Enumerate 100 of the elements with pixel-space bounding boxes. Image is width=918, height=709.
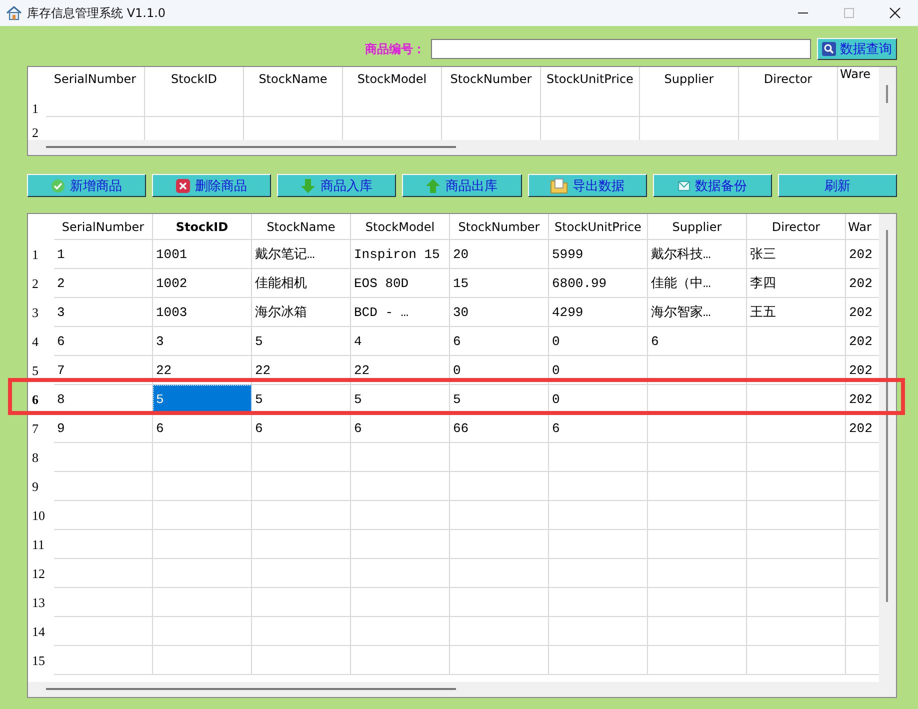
table-cell: 2 [54,269,153,298]
table-cell: 1 [54,240,153,269]
column-header[interactable]: StockModel [343,67,442,93]
table-cell: Inspiron 15 [351,240,450,269]
column-header[interactable]: SerialNumber [54,214,153,240]
table-cell: 15 [450,269,549,298]
table-cell: 6 [54,327,153,356]
column-header[interactable]: StockID [145,67,244,93]
column-header[interactable]: Ware [838,67,879,93]
house-icon [6,5,22,21]
table-cell: 6 [648,327,747,356]
row-header[interactable]: 10 [28,501,54,530]
toolbar-button[interactable]: 删除商品 [152,174,272,197]
table-cell: 6 [153,414,252,443]
row-header[interactable]: 5 [28,356,54,385]
table-cell: 4299 [549,298,648,327]
row-header[interactable]: 2 [28,117,46,140]
column-header[interactable]: StockModel [351,214,450,240]
table-cell: 0 [450,356,549,385]
table-cell: 海尔冰箱 [252,298,351,327]
table-cell: 1002 [153,269,252,298]
column-header[interactable]: SerialNumber [46,67,145,93]
table-cell: 20 [450,240,549,269]
row-header[interactable]: 8 [28,443,54,472]
row-header[interactable]: 6 [28,385,54,414]
table-cell: 7 [54,356,153,385]
column-header[interactable]: StockNumber [450,214,549,240]
column-header[interactable]: StockUnitPrice [549,214,648,240]
table-cell: 佳能相机 [252,269,351,298]
table-cell: 0 [549,327,648,356]
down-arrow-icon [301,178,316,192]
table-cell: 6800.99 [549,269,648,298]
table-cell: 22 [351,356,450,385]
column-header[interactable]: StockID [153,214,252,240]
toolbar-button[interactable]: 商品入库 [277,174,396,197]
row-header[interactable]: 11 [28,530,54,559]
query-button[interactable]: 数据查询 [817,38,897,60]
column-header[interactable]: Director [739,67,838,93]
table-cell: 3 [54,298,153,327]
table-cell: BCD - … [351,298,450,327]
toolbar-button[interactable]: 数据备份 [652,174,772,197]
row-header[interactable]: 9 [28,472,54,501]
table-cell: 佳能（中… [648,269,747,298]
table-cell: 6 [549,414,648,443]
table-cell: 李四 [747,269,846,298]
check-icon [51,178,66,192]
row-header[interactable]: 1 [28,240,54,269]
column-header[interactable]: Supplier [640,67,739,93]
column-header[interactable]: StockName [252,214,351,240]
toolbar-button[interactable]: 刷新 [778,174,897,197]
table-cell: 5 [153,385,252,414]
table-cell: 1003 [153,298,252,327]
column-header[interactable]: StockNumber [442,67,541,93]
row-header[interactable]: 14 [28,617,54,646]
delete-icon [176,178,190,192]
table-cell: 6 [351,414,450,443]
vertical-scrollbar[interactable] [879,67,896,140]
column-header[interactable]: Supplier [648,214,747,240]
column-header[interactable]: StockUnitPrice [541,67,640,93]
table-cell: 30 [450,298,549,327]
horizontal-scrollbar[interactable] [28,682,896,697]
table-cell: 5999 [549,240,648,269]
row-header[interactable]: 15 [28,646,54,675]
row-header[interactable]: 2 [28,269,54,298]
table-cell: 66 [450,414,549,443]
toolbar-button[interactable]: 导出数据 [528,174,647,197]
search-icon [822,42,836,56]
table-cell: 22 [252,356,351,385]
horizontal-scrollbar[interactable] [28,140,896,155]
table-cell: 张三 [747,240,846,269]
row-header[interactable]: 1 [28,93,46,117]
table-cell: 5 [252,327,351,356]
row-header[interactable]: 4 [28,327,54,356]
up-arrow-icon [426,178,440,192]
table-cell: 0 [549,385,648,414]
row-header[interactable]: 12 [28,559,54,588]
table-cell: 5 [252,385,351,414]
table-cell: 9 [54,414,153,443]
window-title: 库存信息管理系统 V1.1.0 [27,4,167,22]
vertical-scrollbar[interactable] [879,214,896,682]
product-id-label: 商品编号： [365,40,425,58]
table-cell: 6 [450,327,549,356]
row-header[interactable]: 7 [28,414,54,443]
table-cell: 戴尔笔记… [252,240,351,269]
folder-icon [550,178,568,194]
table-cell: 3 [153,327,252,356]
column-header[interactable]: Director [747,214,846,240]
table-cell: 5 [351,385,450,414]
envelope-icon [678,180,690,192]
row-header[interactable]: 3 [28,298,54,327]
product-id-field[interactable] [431,39,811,59]
toolbar-button[interactable]: 新增商品 [27,174,146,197]
table-cell: 戴尔科技… [648,240,747,269]
toolbar-button[interactable]: 商品出库 [402,174,522,197]
column-header[interactable]: StockName [244,67,343,93]
table-cell: 5 [450,385,549,414]
table-cell: 海尔智家… [648,298,747,327]
table-cell: 1001 [153,240,252,269]
table-cell: EOS 80D [351,269,450,298]
row-header[interactable]: 13 [28,588,54,617]
